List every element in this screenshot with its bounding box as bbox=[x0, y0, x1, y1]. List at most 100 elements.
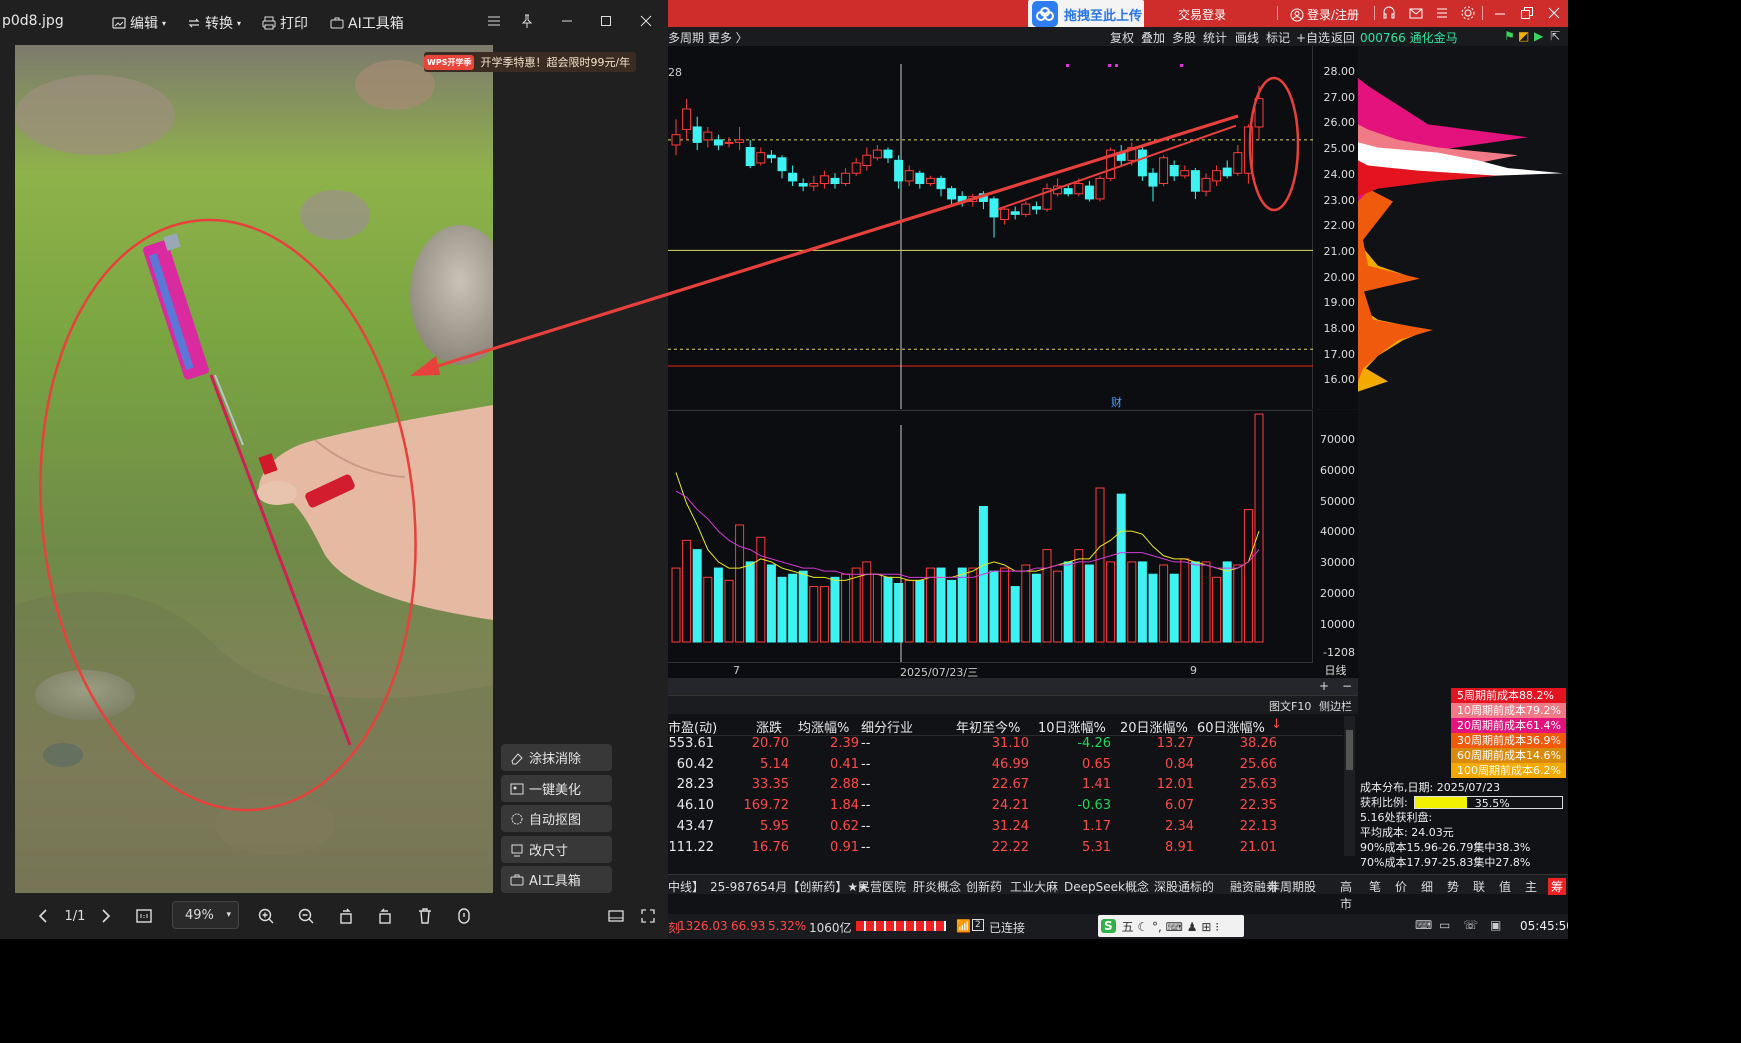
right-tab[interactable]: 笔 bbox=[1366, 878, 1384, 895]
zoom-select[interactable]: 49% ▾ bbox=[172, 901, 239, 929]
table-row[interactable]: 553.61 20.70 2.39 -- 31.10 -4.26 13.27 38.26 bbox=[668, 736, 1343, 757]
column-header[interactable]: 市盈(动) bbox=[668, 717, 717, 736]
maximize-icon[interactable] bbox=[596, 11, 616, 31]
promo-banner[interactable]: WPS开学季 开学季特惠！超会限时99元/年 bbox=[424, 52, 636, 72]
column-header[interactable]: 均涨幅% bbox=[798, 717, 849, 736]
right-tab[interactable]: 主 bbox=[1522, 878, 1540, 895]
pin-icon[interactable] bbox=[517, 11, 537, 31]
toolbar-duogu[interactable]: 多股 bbox=[1172, 29, 1196, 46]
minus-icon[interactable]: − bbox=[1342, 679, 1352, 693]
concept-tab[interactable]: 工业大麻 bbox=[1010, 878, 1058, 895]
settings-icon[interactable] bbox=[1461, 6, 1475, 20]
right-tab[interactable]: 价 bbox=[1392, 878, 1410, 895]
column-header[interactable]: 涨跌 bbox=[756, 717, 782, 736]
ime-toolbar[interactable]: S五 ☾ °, ⌨ ♟ ⊞ ⁝ bbox=[1098, 915, 1244, 937]
erase-tool-button[interactable]: 涂抹消除 bbox=[501, 744, 612, 771]
volume-chart[interactable] bbox=[668, 410, 1313, 663]
close-icon[interactable] bbox=[636, 11, 656, 31]
right-tab[interactable]: 势 bbox=[1444, 878, 1462, 895]
toolbar-zixuan[interactable]: +自选 bbox=[1296, 29, 1330, 46]
list-icon[interactable] bbox=[1435, 6, 1449, 20]
sidebar-button[interactable]: 侧边栏 bbox=[1319, 698, 1352, 714]
sort-down-icon[interactable]: ↓ bbox=[1271, 717, 1282, 732]
period-menu[interactable]: 多周期 更多 〉 bbox=[668, 29, 748, 46]
toolbar-biaoji[interactable]: 标记 bbox=[1266, 29, 1290, 46]
flag-icon[interactable]: ⚑ bbox=[1504, 29, 1515, 43]
thumbnail-bar-icon[interactable] bbox=[605, 905, 627, 927]
zoom-in-icon[interactable] bbox=[255, 905, 277, 927]
f10-button[interactable]: 图文F10 bbox=[1269, 698, 1311, 714]
convert-menu[interactable]: 转换 ▾ bbox=[187, 13, 241, 33]
restore-icon[interactable] bbox=[1520, 6, 1534, 20]
previous-icon[interactable] bbox=[34, 905, 54, 927]
candlestick-chart[interactable]: 28 财 bbox=[668, 46, 1313, 409]
concept-tab[interactable]: 中线】 bbox=[668, 878, 704, 895]
next-icon[interactable] bbox=[95, 905, 115, 927]
mail-icon[interactable] bbox=[1409, 6, 1423, 20]
keyboard-icon[interactable]: ⌨ bbox=[1415, 918, 1432, 932]
concept-tab[interactable]: 创新药 bbox=[966, 878, 1002, 895]
monitor-icon[interactable]: ▭ bbox=[1439, 918, 1450, 932]
ai-toolbox-button[interactable]: AI工具箱 bbox=[330, 13, 404, 33]
concept-tab[interactable]: 25-987654月【创新药】★★ bbox=[710, 878, 869, 895]
edit-menu[interactable]: 编辑 ▾ bbox=[112, 13, 166, 33]
right-tab[interactable]: 联 bbox=[1470, 878, 1488, 895]
menu-icon[interactable] bbox=[484, 11, 504, 31]
toolbar-fanhui[interactable]: 返回 bbox=[1331, 29, 1355, 46]
play-icon[interactable]: ▶ bbox=[1534, 29, 1543, 43]
info-icon[interactable] bbox=[453, 905, 475, 927]
cutout-tool-label: 自动抠图 bbox=[529, 813, 582, 828]
right-tab[interactable]: 筹 bbox=[1548, 878, 1566, 895]
trade-login-link[interactable]: 交易登录 bbox=[1178, 6, 1226, 23]
close-icon[interactable] bbox=[1548, 6, 1560, 20]
headset-icon[interactable] bbox=[1382, 6, 1396, 20]
concept-tab[interactable]: 非周期股 bbox=[1268, 878, 1316, 895]
volume-bar bbox=[830, 576, 840, 643]
candle-body bbox=[968, 195, 978, 203]
toolbar-fuquan[interactable]: 复权 bbox=[1110, 29, 1134, 46]
cutout-tool-button[interactable]: 自动抠图 bbox=[501, 805, 612, 832]
table-cell: 2.88 bbox=[830, 777, 859, 793]
column-header[interactable]: 年初至今% bbox=[956, 717, 1020, 736]
concept-tab[interactable]: 民营医院 bbox=[858, 878, 906, 895]
concept-tab[interactable]: DeepSeek概念 bbox=[1064, 878, 1149, 895]
column-header[interactable]: 20日涨幅% bbox=[1120, 717, 1188, 736]
column-header[interactable]: 10日涨幅% bbox=[1038, 717, 1106, 736]
table-scrollbar[interactable] bbox=[1344, 716, 1355, 856]
concept-tab[interactable]: 深股通标的 bbox=[1154, 878, 1214, 895]
toolbar-diejia[interactable]: 叠加 bbox=[1141, 29, 1165, 46]
column-header[interactable]: 60日涨幅% bbox=[1197, 717, 1265, 736]
login-link[interactable]: 登录/注册 bbox=[1290, 6, 1359, 23]
table-row[interactable]: 111.22 16.76 0.91 -- 22.22 5.31 8.91 21.01 bbox=[668, 840, 1343, 861]
table-row[interactable]: 28.23 33.35 2.88 -- 22.67 1.41 12.01 25.63 bbox=[668, 777, 1343, 798]
actual-size-icon[interactable] bbox=[133, 905, 155, 927]
print-button[interactable]: 打印 bbox=[262, 13, 308, 33]
toolbar-huaxian[interactable]: 画线 bbox=[1235, 29, 1259, 46]
toolbar-tongji[interactable]: 统计 bbox=[1203, 29, 1227, 46]
period-label[interactable]: 日线 bbox=[1313, 662, 1358, 678]
column-header[interactable]: 细分行业 bbox=[861, 717, 913, 736]
concept-tab[interactable]: 肝炎概念 bbox=[913, 878, 961, 895]
rotate-right-icon[interactable] bbox=[374, 905, 396, 927]
resize-tool-button[interactable]: 改尺寸 bbox=[501, 836, 612, 863]
plus-icon[interactable]: + bbox=[1319, 679, 1329, 693]
beautify-tool-button[interactable]: 一键美化 bbox=[501, 775, 612, 802]
rotate-left-icon[interactable] bbox=[335, 905, 357, 927]
minimize-icon[interactable] bbox=[557, 11, 577, 31]
delete-icon[interactable] bbox=[414, 905, 436, 927]
arrow-icon[interactable]: ⇱ bbox=[1550, 29, 1560, 43]
window-icon[interactable]: ◩ bbox=[1518, 29, 1529, 43]
minimize-icon[interactable] bbox=[1494, 6, 1506, 20]
upload-button[interactable]: 拖拽至此上传 bbox=[1028, 0, 1144, 28]
right-tab[interactable]: 值 bbox=[1496, 878, 1514, 895]
ai-tools-side-button[interactable]: AI工具箱 bbox=[501, 866, 612, 893]
zoom-out-icon[interactable] bbox=[295, 905, 317, 927]
table-row[interactable]: 46.10 169.72 1.84 -- 24.21 -0.63 6.07 22.35 bbox=[668, 798, 1343, 819]
table-row[interactable]: 43.47 5.95 0.62 -- 31.24 1.17 2.34 22.13 bbox=[668, 819, 1343, 840]
fullscreen-icon[interactable] bbox=[637, 905, 659, 927]
concept-tab[interactable]: 高市 bbox=[1340, 878, 1358, 912]
phone-icon[interactable]: ☏ bbox=[1463, 918, 1478, 932]
table-row[interactable]: 60.42 5.14 0.41 -- 46.99 0.65 0.84 25.66 bbox=[668, 757, 1343, 778]
box-icon[interactable]: ▣ bbox=[1490, 918, 1501, 932]
right-tab[interactable]: 细 bbox=[1418, 878, 1436, 895]
